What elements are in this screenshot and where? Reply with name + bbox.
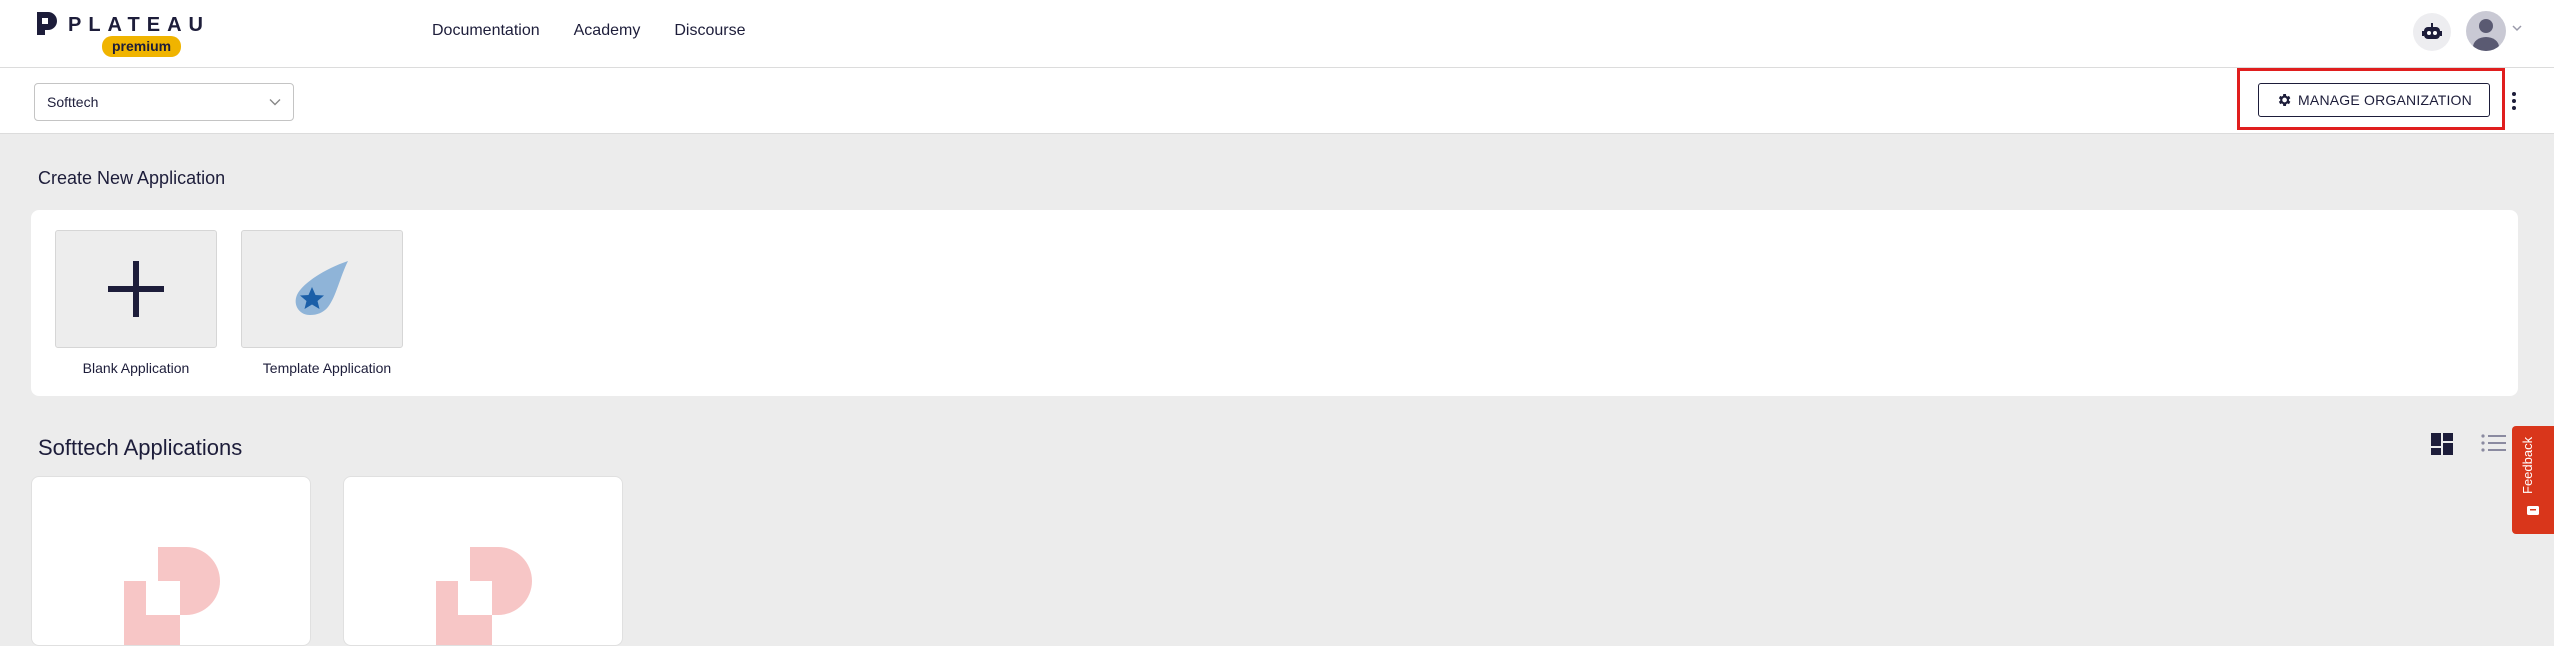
feedback-tab[interactable]: Feedback <box>2512 426 2554 534</box>
robot-icon <box>2422 23 2442 39</box>
nav-discourse[interactable]: Discourse <box>674 22 745 40</box>
template-application-tile[interactable] <box>241 230 403 348</box>
grid-view-icon[interactable] <box>2430 432 2454 456</box>
gear-icon <box>2278 94 2291 106</box>
nav-documentation[interactable]: Documentation <box>432 22 540 40</box>
premium-badge: premium <box>102 36 182 57</box>
plateau-logo-mark-icon <box>37 12 57 35</box>
more-options-icon[interactable] <box>2510 91 2518 111</box>
application-placeholder-logo-icon <box>124 547 220 645</box>
template-application-label: Template Application <box>262 360 392 376</box>
top-header: PLATEAU premium Documentation Academy Di… <box>0 0 2554 68</box>
list-view-icon[interactable] <box>2480 432 2506 454</box>
application-card[interactable] <box>343 476 623 646</box>
create-section-title: Create New Application <box>38 168 226 188</box>
organization-bar: Softtech MANAGE ORGANIZATION <box>0 68 2554 134</box>
feedback-chat-icon <box>2527 506 2539 515</box>
blank-application-label: Blank Application <box>82 360 190 376</box>
plus-icon <box>108 261 164 317</box>
template-star-icon <box>295 261 348 315</box>
feedback-label: Feedback <box>2520 436 2535 494</box>
organization-select-value: Softtech <box>47 94 99 110</box>
logo-wordmark: PLATEAU <box>68 14 210 36</box>
applications-section-title: Softtech Applications <box>38 435 243 460</box>
application-placeholder-logo-icon <box>436 547 532 645</box>
create-application-panel: Blank Application Template Application <box>31 210 2518 396</box>
avatar-chevron-down-icon[interactable] <box>2512 24 2522 32</box>
nav-academy[interactable]: Academy <box>574 22 641 40</box>
plateau-logo[interactable]: PLATEAU premium <box>34 8 203 58</box>
top-nav: Documentation Academy Discourse <box>432 22 745 40</box>
manage-organization-label: MANAGE ORGANIZATION <box>2298 92 2472 108</box>
user-avatar[interactable] <box>2466 11 2506 51</box>
manage-organization-button[interactable]: MANAGE ORGANIZATION <box>2258 83 2490 117</box>
assistant-button[interactable] <box>2413 13 2451 51</box>
organization-select[interactable]: Softtech <box>34 83 294 121</box>
user-avatar-icon <box>2473 19 2499 51</box>
chevron-down-icon <box>269 99 281 106</box>
application-card[interactable] <box>31 476 311 646</box>
blank-application-tile[interactable] <box>55 230 217 348</box>
